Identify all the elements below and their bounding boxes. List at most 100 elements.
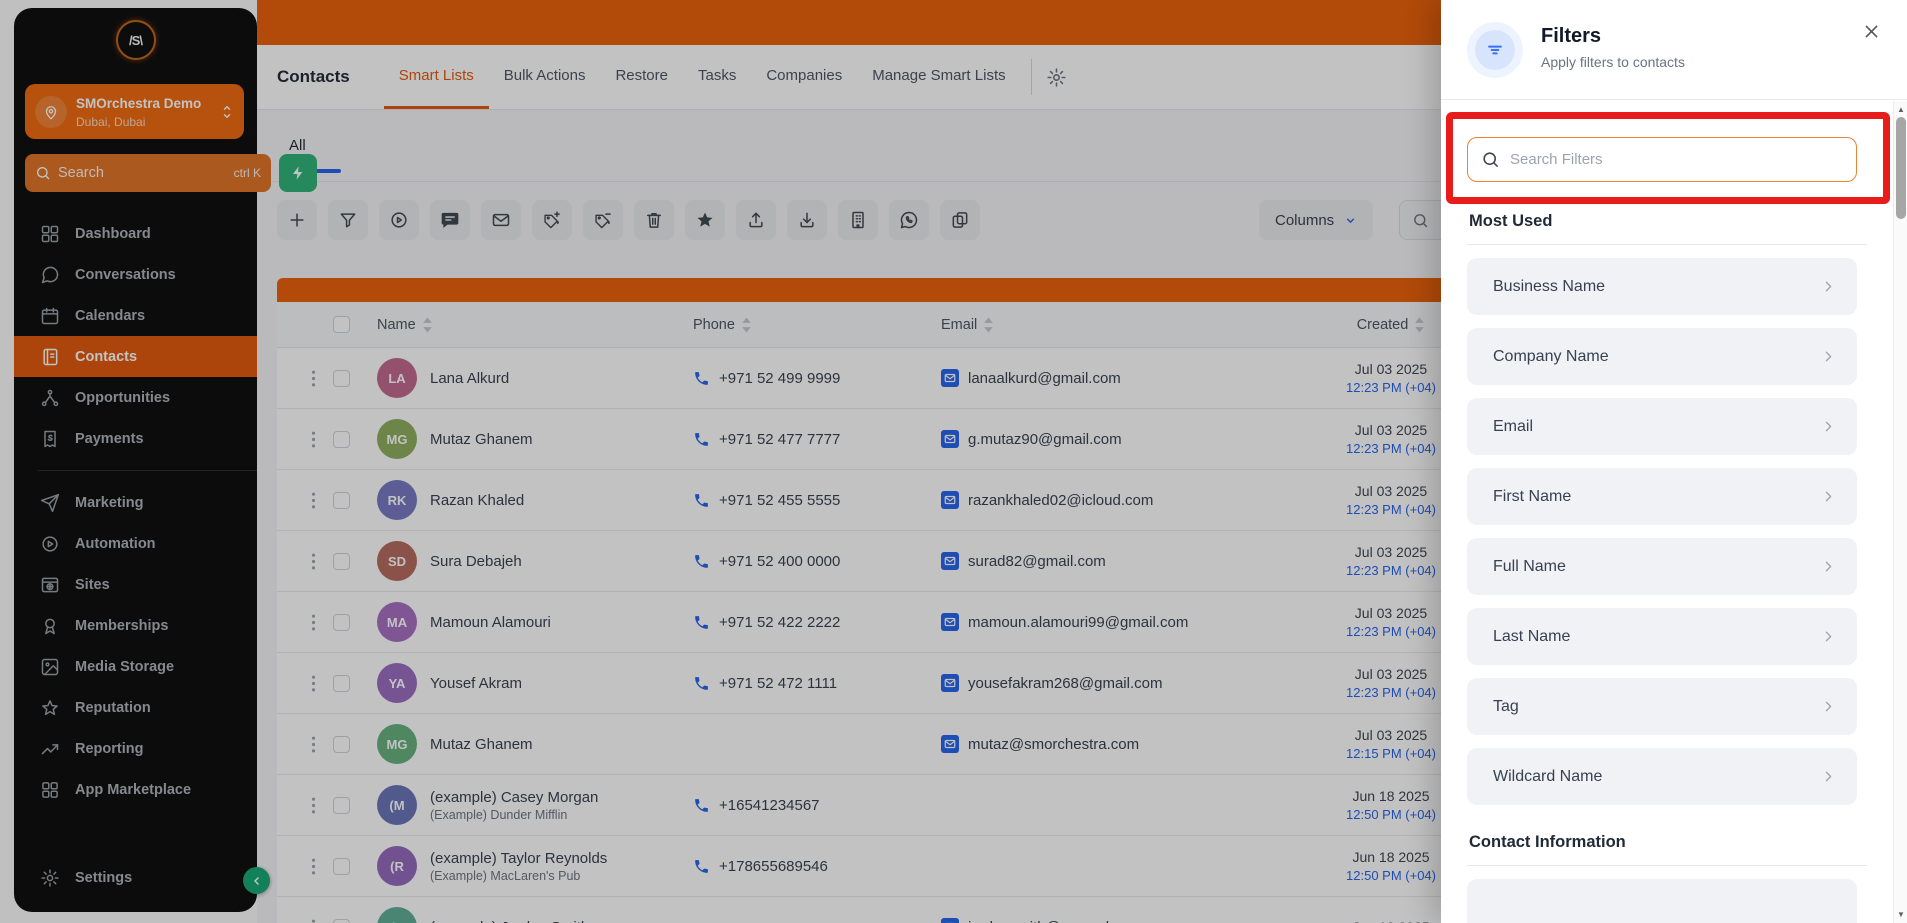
sidebar-item-sites[interactable]: Sites [14,564,257,605]
filters-search-input[interactable] [1510,151,1843,168]
filter-option-email[interactable]: Email [1467,398,1857,455]
filter-option-last-name[interactable]: Last Name [1467,608,1857,665]
export-contacts-button[interactable] [787,200,827,240]
quick-actions-button[interactable] [279,154,317,192]
sort-icon[interactable] [422,317,433,333]
account-switcher[interactable]: SMOrchestra Demo Dubai, Dubai [25,84,244,139]
sidebar-item-memberships[interactable]: Memberships [14,605,257,646]
filter-button[interactable] [328,200,368,240]
tab-smart-lists[interactable]: Smart Lists [384,45,489,109]
filter-option-company-name[interactable]: Company Name [1467,328,1857,385]
sites-icon [40,575,60,595]
row-checkbox[interactable] [333,736,350,753]
delete-button[interactable] [634,200,674,240]
import-contacts-button[interactable] [736,200,776,240]
scroll-up-arrow[interactable]: ▲ [1894,105,1907,114]
sidebar-item-marketing[interactable]: Marketing [14,482,257,523]
column-header-name[interactable]: Name [377,317,693,333]
sort-icon[interactable] [1414,317,1425,333]
sidebar-item-reporting[interactable]: Reporting [14,728,257,769]
filter-option[interactable] [1467,879,1857,923]
row-checkbox[interactable] [333,614,350,631]
tab-tasks[interactable]: Tasks [683,45,751,109]
sidebar-item-conversations[interactable]: Conversations [14,254,257,295]
row-menu-icon[interactable] [293,491,333,510]
sidebar-item-payments[interactable]: Payments [14,418,257,459]
drawer-scrollbar[interactable]: ▲ ▼ [1893,101,1907,923]
contact-name[interactable]: Mamoun Alamouri [430,614,551,631]
row-menu-icon[interactable] [293,430,333,449]
chevron-right-icon [1820,278,1837,295]
sidebar-item-media-storage[interactable]: Media Storage [14,646,257,687]
send-sms-button[interactable] [430,200,470,240]
columns-dropdown[interactable]: Columns [1259,200,1373,240]
contact-name[interactable]: Razan Khaled [430,492,524,509]
row-menu-icon[interactable] [293,613,333,632]
add-contact-button[interactable] [277,200,317,240]
scrollbar-thumb[interactable] [1896,117,1906,219]
contact-name[interactable]: Mutaz Ghanem [430,431,533,448]
contact-name[interactable]: Mutaz Ghanem [430,736,533,753]
filters-search-field[interactable] [1467,137,1857,182]
contact-name[interactable]: Yousef Akram [430,675,522,692]
add-tag-button[interactable] [532,200,572,240]
row-checkbox[interactable] [333,919,350,923]
contact-name[interactable]: Sura Debajeh [430,553,522,570]
sidebar-item-contacts[interactable]: Contacts [14,336,257,377]
select-all-checkbox[interactable] [333,316,350,333]
row-menu-icon[interactable] [293,735,333,754]
sidebar-item-settings[interactable]: Settings [14,857,257,898]
sidebar-item-app-marketplace[interactable]: App Marketplace [14,769,257,810]
contacts-settings-gear-icon[interactable] [1046,67,1067,88]
filter-option-tag[interactable]: Tag [1467,678,1857,735]
row-checkbox[interactable] [333,675,350,692]
pipeline-change-button[interactable] [379,200,419,240]
row-menu-icon[interactable] [293,674,333,693]
whatsapp-button[interactable] [889,200,929,240]
row-menu-icon[interactable] [293,552,333,571]
filter-option-business-name[interactable]: Business Name [1467,258,1857,315]
sidebar-item-automation[interactable]: Automation [14,523,257,564]
sort-icon[interactable] [741,317,752,333]
sidebar-item-calendars[interactable]: Calendars [14,295,257,336]
send-email-button[interactable] [481,200,521,240]
row-menu-icon[interactable] [293,796,333,815]
add-to-favorites-button[interactable] [685,200,725,240]
remove-tag-button[interactable] [583,200,623,240]
row-menu-icon[interactable] [293,857,333,876]
column-header-phone[interactable]: Phone [693,317,941,333]
sidebar-collapse-button[interactable] [243,867,270,894]
search-shortcut-badge: ctrl K [234,166,261,180]
scroll-down-arrow[interactable]: ▼ [1894,910,1907,919]
filter-option-first-name[interactable]: First Name [1467,468,1857,525]
column-header-email[interactable]: Email [941,317,1271,333]
row-checkbox[interactable] [333,370,350,387]
add-to-company-button[interactable] [838,200,878,240]
tab-companies[interactable]: Companies [751,45,857,109]
row-menu-icon[interactable] [293,369,333,388]
row-checkbox[interactable] [333,431,350,448]
sidebar-search[interactable]: ctrl K [25,154,271,192]
row-checkbox[interactable] [333,553,350,570]
filter-option-wildcard-name[interactable]: Wildcard Name [1467,748,1857,805]
close-icon[interactable] [1862,22,1881,41]
contact-name[interactable]: Lana Alkurd [430,370,509,387]
tab-restore[interactable]: Restore [600,45,683,109]
marketplace-icon [40,780,60,800]
tab-manage-smart-lists[interactable]: Manage Smart Lists [857,45,1020,109]
contact-name[interactable]: (example) Jordan Smith [430,919,589,923]
row-checkbox[interactable] [333,858,350,875]
tab-bulk-actions[interactable]: Bulk Actions [489,45,601,109]
merge-contacts-button[interactable] [940,200,980,240]
sidebar-item-dashboard[interactable]: Dashboard [14,213,257,254]
sidebar-search-input[interactable] [58,165,234,181]
row-checkbox[interactable] [333,797,350,814]
sidebar-item-opportunities[interactable]: Opportunities [14,377,257,418]
row-checkbox[interactable] [333,492,350,509]
contact-name[interactable]: (example) Casey Morgan [430,789,598,806]
row-menu-icon[interactable] [293,918,333,923]
sort-icon[interactable] [983,317,994,333]
filter-option-full-name[interactable]: Full Name [1467,538,1857,595]
sidebar-item-reputation[interactable]: Reputation [14,687,257,728]
contact-name[interactable]: (example) Taylor Reynolds [430,850,607,867]
